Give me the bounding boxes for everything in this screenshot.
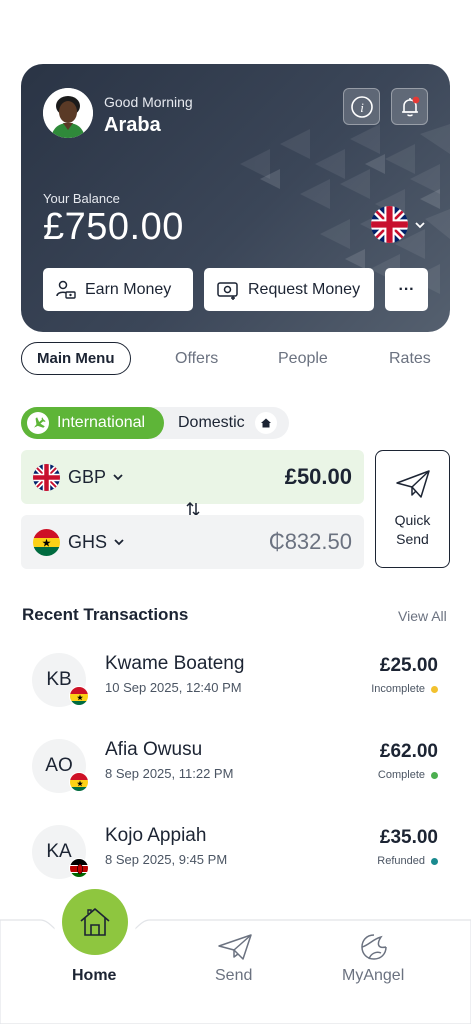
- chevron-down-icon[interactable]: [113, 536, 125, 548]
- nav-myangel-label[interactable]: MyAngel: [342, 967, 404, 985]
- send-nav-button[interactable]: [217, 933, 253, 966]
- transaction-status: Complete: [378, 769, 438, 781]
- request-cash-icon: [217, 281, 238, 300]
- status-text: Complete: [377, 769, 425, 781]
- international-option[interactable]: International: [21, 407, 164, 439]
- status-text: Refunded: [377, 855, 425, 867]
- transaction-status: Incomplete: [371, 683, 438, 695]
- tab-rates[interactable]: Rates: [389, 342, 431, 375]
- from-currency-code[interactable]: GBP: [68, 467, 106, 488]
- receive-amount-row[interactable]: GHS ₵832.50: [21, 515, 364, 569]
- tab-main-menu[interactable]: Main Menu: [21, 342, 131, 375]
- transaction-date: 10 Sep 2025, 12:40 PM: [105, 680, 242, 695]
- chevron-down-icon: [415, 221, 425, 228]
- home-icon: [80, 908, 110, 936]
- tab-people[interactable]: People: [278, 342, 328, 375]
- notification-button[interactable]: [391, 88, 428, 125]
- request-money-button[interactable]: Request Money: [204, 268, 374, 311]
- status-dot: [431, 685, 438, 693]
- transaction-status: Refunded: [377, 855, 438, 867]
- contact-name: Afia Owusu: [105, 739, 203, 760]
- earn-users-icon: [56, 280, 76, 299]
- balance-label: Your Balance: [43, 191, 120, 206]
- bell-icon: [401, 96, 419, 116]
- ghana-flag-icon: [69, 686, 89, 706]
- currency-selector[interactable]: [371, 206, 426, 243]
- paper-plane-icon: [218, 934, 252, 960]
- earn-money-label: Earn Money: [85, 280, 172, 298]
- quick-send-button[interactable]: Quick Send: [375, 450, 450, 568]
- international-label: International: [57, 414, 146, 431]
- angel-logo-icon: [361, 934, 387, 960]
- ghana-flag-icon: [33, 528, 60, 556]
- earn-money-button[interactable]: Earn Money: [43, 268, 193, 311]
- uk-flag-icon: [371, 206, 408, 243]
- transfer-type-toggle[interactable]: International Domestic: [21, 407, 289, 439]
- tab-offers[interactable]: Offers: [175, 342, 218, 375]
- user-avatar[interactable]: [43, 88, 93, 138]
- avatar-image: [43, 88, 93, 138]
- status-dot: [431, 857, 438, 865]
- plane-icon: [27, 412, 49, 434]
- user-name: Araba: [104, 114, 161, 136]
- info-button[interactable]: i: [343, 88, 380, 125]
- contact-name: Kojo Appiah: [105, 825, 207, 846]
- to-currency-code[interactable]: GHS: [68, 532, 107, 553]
- contact-name: Kwame Boateng: [105, 653, 245, 674]
- more-dots-icon: ···: [398, 280, 415, 298]
- transaction-amount: £35.00: [379, 827, 438, 848]
- balance-amount: £750.00: [43, 206, 184, 248]
- quick-send-line1: Quick: [394, 512, 431, 528]
- nav-send-label[interactable]: Send: [215, 967, 252, 985]
- transaction-row[interactable]: AO Afia Owusu 8 Sep 2025, 11:22 PM £62.0…: [32, 739, 442, 799]
- view-all-link[interactable]: View All: [398, 608, 447, 624]
- myangel-nav-button[interactable]: [357, 931, 391, 968]
- transaction-date: 8 Sep 2025, 11:22 PM: [105, 766, 234, 781]
- svg-text:i: i: [360, 100, 364, 115]
- kenya-flag-icon: [69, 858, 89, 878]
- request-money-label: Request Money: [248, 280, 361, 298]
- transaction-row[interactable]: KB Kwame Boateng 10 Sep 2025, 12:40 PM £…: [32, 653, 442, 713]
- paper-plane-icon: [395, 470, 430, 498]
- from-amount[interactable]: £50.00: [285, 464, 352, 490]
- status-dot: [431, 771, 438, 779]
- transaction-amount: £62.00: [379, 741, 438, 762]
- send-amount-row[interactable]: GBP £50.00: [21, 450, 364, 504]
- home-small-icon: [254, 412, 277, 434]
- status-text: Incomplete: [371, 683, 425, 695]
- info-icon: i: [350, 95, 373, 118]
- nav-home-label[interactable]: Home: [72, 967, 116, 985]
- home-nav-button[interactable]: [62, 889, 128, 955]
- transaction-row[interactable]: KA Kojo Appiah 8 Sep 2025, 9:45 PM £35.0…: [32, 825, 442, 885]
- domestic-option[interactable]: Domestic: [178, 407, 277, 439]
- uk-flag-icon: [33, 463, 60, 491]
- ghana-flag-icon: [69, 772, 89, 792]
- domestic-label: Domestic: [178, 414, 245, 431]
- transaction-date: 8 Sep 2025, 9:45 PM: [105, 852, 228, 867]
- quick-send-line2: Send: [396, 531, 429, 547]
- balance-card: Good Morning Araba i Your Balance £750.0…: [21, 64, 450, 332]
- greeting-text: Good Morning: [104, 94, 193, 110]
- to-amount: ₵832.50: [268, 529, 352, 554]
- recent-transactions-title: Recent Transactions: [22, 605, 189, 624]
- transaction-amount: £25.00: [379, 655, 438, 676]
- chevron-down-icon[interactable]: [112, 471, 124, 483]
- more-actions-button[interactable]: ···: [385, 268, 428, 311]
